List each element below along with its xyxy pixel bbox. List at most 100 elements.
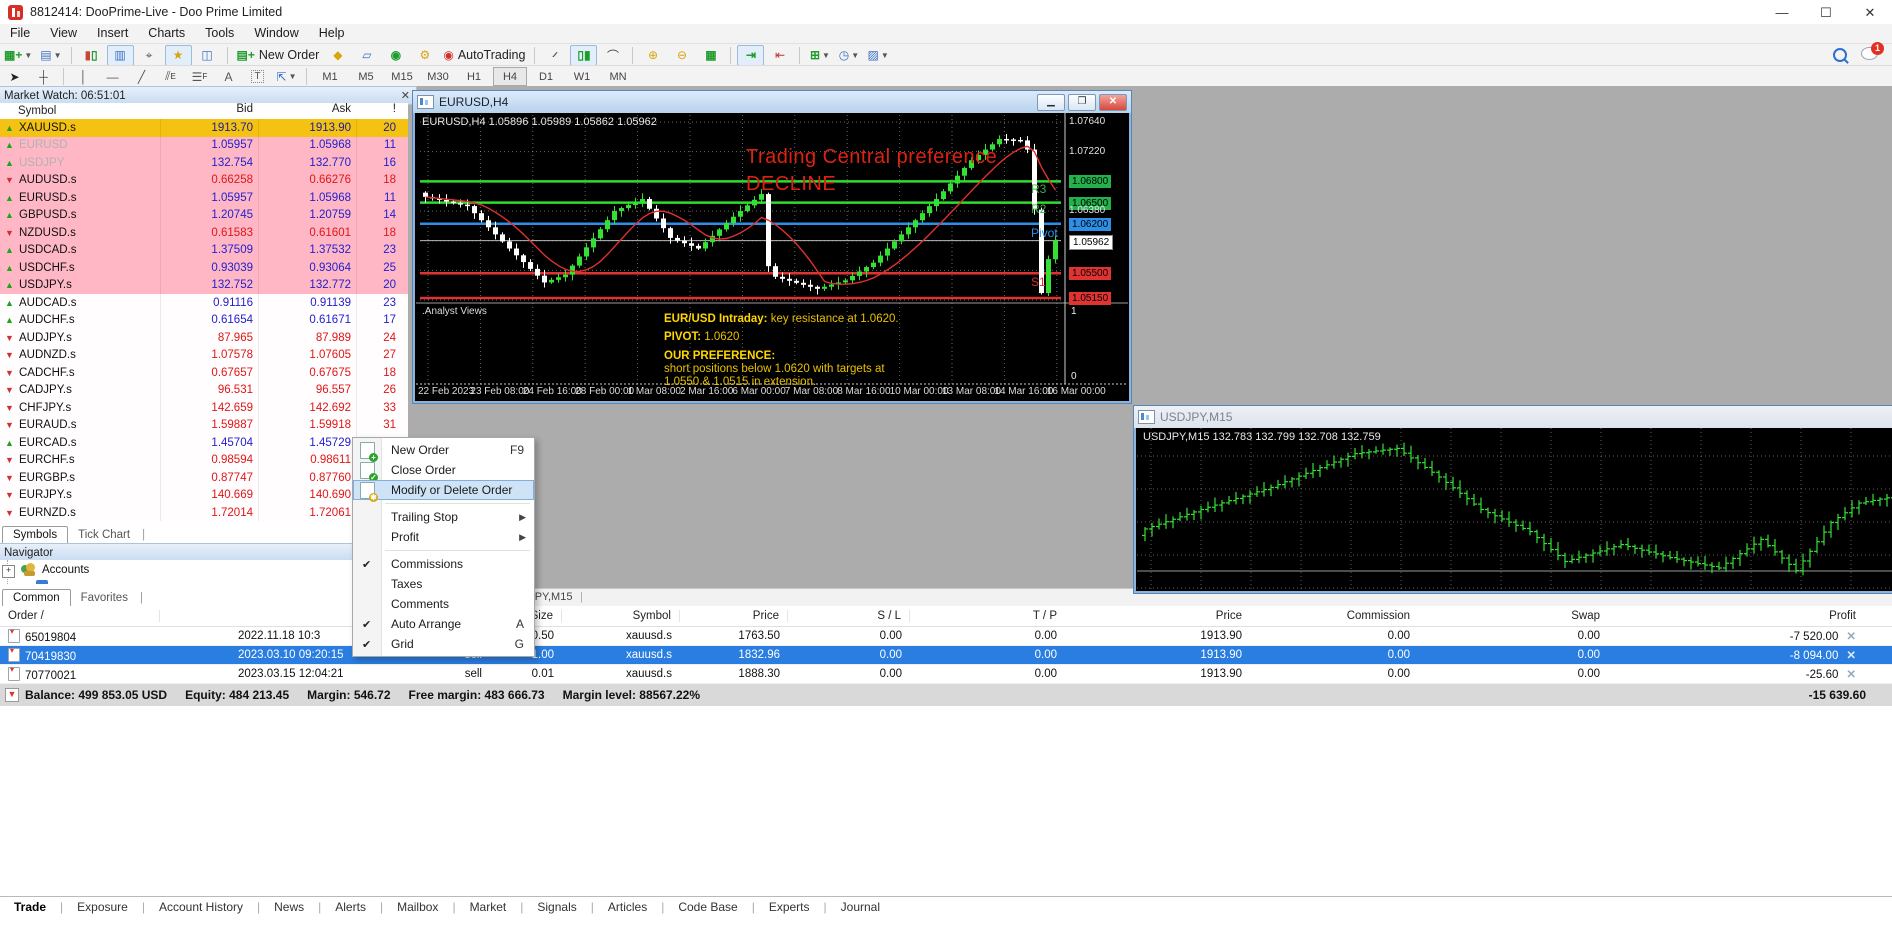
terminal-tab-account-history[interactable]: Account History [145, 900, 257, 914]
timeframe-mn[interactable]: MN [601, 67, 635, 86]
market-watch-row[interactable]: ▲USDCAD.s1.375091.3753223 [0, 242, 408, 260]
tab-common[interactable]: Common [2, 589, 71, 606]
terminal-tab-exposure[interactable]: Exposure [63, 900, 142, 914]
menu-item-taxes[interactable]: Taxes [353, 574, 534, 594]
menu-view[interactable]: View [40, 24, 87, 43]
menu-window[interactable]: Window [244, 24, 308, 43]
new-chart-button[interactable]: ▦+▼ [1, 45, 35, 66]
market-watch-row[interactable]: ▼EURCHF.s0.985940.98611 [0, 452, 408, 470]
tab-favorites[interactable]: Favorites [71, 590, 138, 606]
periods-button[interactable]: ◷▼ [835, 45, 862, 66]
column-bid[interactable]: Bid [160, 103, 258, 119]
market-watch-row[interactable]: ▲USDCHF.s0.930390.9306425 [0, 259, 408, 277]
close-order-icon[interactable]: ✕ [1846, 631, 1856, 643]
terminal-tab-mailbox[interactable]: Mailbox [383, 900, 452, 914]
menu-charts[interactable]: Charts [138, 24, 195, 43]
market-watch-row[interactable]: ▼NZDUSD.s0.615830.6160118 [0, 224, 408, 242]
market-watch-row[interactable]: ▲EURUSD1.059571.0596811 [0, 137, 408, 155]
profiles-button[interactable]: ▤▼ [37, 45, 64, 66]
timeframe-m5[interactable]: M5 [349, 67, 383, 86]
timeframe-d1[interactable]: D1 [529, 67, 563, 86]
market-watch-toggle[interactable]: ▮▯ [78, 45, 105, 66]
minimize-button[interactable]: — [1760, 1, 1804, 24]
chart-close-button[interactable]: ✕ [1099, 94, 1127, 111]
column-symbol[interactable]: Symbol [562, 610, 680, 622]
autotrading-button[interactable]: ◉AutoTrading [440, 45, 528, 66]
data-window-toggle[interactable]: ▥ [107, 45, 134, 66]
line-chart-icon[interactable]: ⌒ [599, 45, 626, 66]
column-swap[interactable]: Swap [1418, 610, 1608, 622]
horizontal-line-icon[interactable]: — [99, 66, 126, 87]
market-watch-row[interactable]: ▲EURCAD.s1.457041.45729 [0, 434, 408, 452]
chart-shift-icon[interactable]: ⇤ [766, 45, 793, 66]
close-order-icon[interactable]: ✕ [1846, 669, 1856, 681]
cursor-icon[interactable]: ➤ [1, 66, 28, 87]
column-ask[interactable]: Ask [258, 103, 356, 119]
options-icon[interactable]: ⚙ [411, 45, 438, 66]
signals-icon[interactable]: ◉ [382, 45, 409, 66]
order-row[interactable]: 707700212023.03.15 12:04:21sell0.01xauus… [0, 665, 1892, 684]
tab-symbols[interactable]: Symbols [2, 526, 68, 543]
vertical-line-icon[interactable]: │ [70, 66, 97, 87]
order-row[interactable]: 650198042022.11.18 10:30.50xauusd.s1763.… [0, 627, 1892, 646]
zoom-out-icon[interactable]: ⊖ [668, 45, 695, 66]
menu-item-grid[interactable]: ✔GridG [353, 634, 534, 654]
market-watch-row[interactable]: ▼AUDJPY.s87.96587.98924 [0, 329, 408, 347]
market-watch-row[interactable]: ▲AUDCAD.s0.911160.9113923 [0, 294, 408, 312]
close-button[interactable]: ✕ [1848, 1, 1892, 24]
usdjpy-chart-area[interactable]: USDJPY,M15 132.783 132.799 132.708 132.7… [1137, 428, 1892, 590]
column-price[interactable]: Price [1065, 610, 1250, 622]
menu-item-auto-arrange[interactable]: ✔Auto ArrangeA [353, 614, 534, 634]
chat-icon[interactable]: 1 [1861, 47, 1878, 63]
column-sl[interactable]: S / L [788, 610, 910, 622]
templates-button[interactable]: ▨▼ [864, 45, 891, 66]
terminal-tab-experts[interactable]: Experts [755, 900, 824, 914]
market-watch-row[interactable]: ▲USDJPY132.754132.77016 [0, 154, 408, 172]
market-watch-row[interactable]: ▲AUDCHF.s0.616540.6167117 [0, 312, 408, 330]
menu-item-comments[interactable]: Comments [353, 594, 534, 614]
market-watch-row[interactable]: ▼EURAUD.s1.598871.5991831 [0, 417, 408, 435]
auto-scroll-icon[interactable]: ⇥ [737, 45, 764, 66]
menu-item-close-order[interactable]: ✓Close Order [353, 460, 534, 480]
market-watch-row[interactable]: ▼CADJPY.s96.53196.55726 [0, 382, 408, 400]
market-watch-row[interactable]: ▼CHFJPY.s142.659142.69233 [0, 399, 408, 417]
navigator-toggle[interactable]: ⌖ [136, 45, 163, 66]
terminal-tab-signals[interactable]: Signals [523, 900, 590, 914]
timeframe-h1[interactable]: H1 [457, 67, 491, 86]
terminal-tab-articles[interactable]: Articles [594, 900, 661, 914]
tree-expand-icon[interactable]: + [2, 565, 15, 578]
terminal-tab-market[interactable]: Market [456, 900, 521, 914]
column-symbol[interactable]: Symbol [0, 103, 160, 119]
timeframe-m1[interactable]: M1 [313, 67, 347, 86]
arrows-icon[interactable]: ⇱▼ [273, 66, 300, 87]
menu-item-trailing-stop[interactable]: Trailing Stop▶ [353, 507, 534, 527]
candlestick-chart-icon[interactable]: ▯▮ [570, 45, 597, 66]
timeframe-w1[interactable]: W1 [565, 67, 599, 86]
metaeditor-icon[interactable]: ▱ [353, 45, 380, 66]
column-tp[interactable]: T / P [910, 610, 1065, 622]
menu-help[interactable]: Help [309, 24, 355, 43]
market-watch-row[interactable]: ▲USDJPY.s132.752132.77220 [0, 277, 408, 295]
menu-item-commissions[interactable]: ✔Commissions [353, 554, 534, 574]
column-price[interactable]: Price [680, 610, 788, 622]
tile-windows-icon[interactable]: ▦ [697, 45, 724, 66]
market-watch-row[interactable]: ▼EURGBP.s0.877470.87760 [0, 469, 408, 487]
menu-item-profit[interactable]: Profit▶ [353, 527, 534, 547]
chart-restore-button[interactable]: ❐ [1068, 94, 1096, 111]
market-watch-row[interactable]: ▼AUDNZD.s1.075781.0760527 [0, 347, 408, 365]
terminal-tab-news[interactable]: News [260, 900, 318, 914]
eurusd-chart-area[interactable]: EURUSD,H4 1.05896 1.05989 1.05862 1.0596… [416, 113, 1128, 400]
strategy-tester-button[interactable]: ◫ [194, 45, 221, 66]
menu-item-modify-or-delete-order[interactable]: ✱Modify or Delete Order [353, 480, 534, 500]
market-watch-close-icon[interactable]: ✕ [401, 89, 412, 102]
deposit-icon[interactable]: ◆ [324, 45, 351, 66]
column-commission[interactable]: Commission [1250, 610, 1418, 622]
chart-minimize-button[interactable]: ▁ [1037, 94, 1065, 111]
market-watch-row[interactable]: ▼AUDUSD.s0.662580.6627618 [0, 172, 408, 190]
crosshair-icon[interactable]: ┼ [30, 66, 57, 87]
navigator-item-accounts[interactable]: Accounts [42, 564, 89, 576]
terminal-tab-code-base[interactable]: Code Base [664, 900, 751, 914]
text-icon[interactable]: A [215, 66, 242, 87]
market-watch-row[interactable]: ▼EURJPY.s140.669140.690 [0, 487, 408, 505]
menu-item-new-order[interactable]: +New OrderF9 [353, 440, 534, 460]
